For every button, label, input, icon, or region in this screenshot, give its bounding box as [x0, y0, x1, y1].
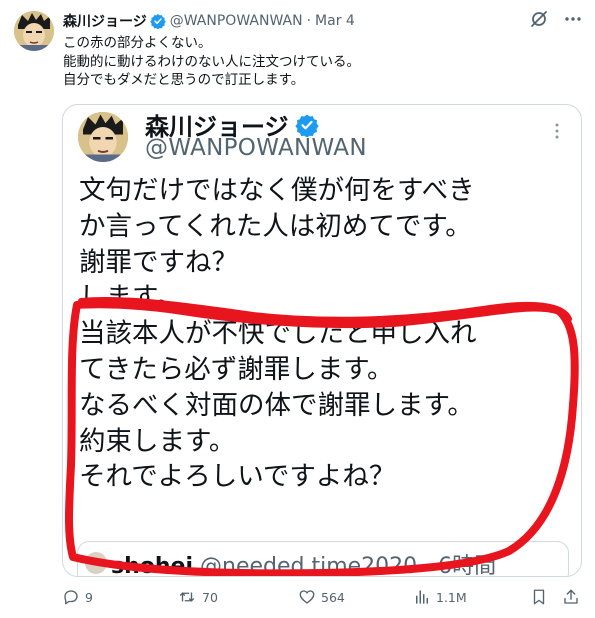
tweet-text-line: この赤の部分よくない。 [63, 35, 212, 51]
reply-icon [64, 590, 78, 605]
quoted-text-line: します。 [79, 282, 183, 314]
tweet-text-line: 能動的に動けるわけのない人に注文つけている。 [63, 53, 360, 70]
quoted-reply-handle: @needed time2020 · 6時間 [200, 554, 497, 577]
separator-dot: · [306, 13, 312, 29]
repost-button[interactable]: 70 [177, 588, 218, 606]
attached-image[interactable]: 森川ジョージ @WANPOWANWAN 文句だけではなく僕が何をすべき か言って… [62, 104, 582, 577]
quoted-text-line: 約束します。 [79, 425, 236, 457]
quoted-reply-name: shohei [111, 554, 193, 577]
quoted-text-line: てきたら必ず謝罪します。 [79, 353, 394, 385]
quoted-avatar [78, 112, 128, 162]
views-button[interactable]: 1.1M [413, 588, 467, 606]
like-button[interactable]: 564 [298, 588, 345, 606]
bookmark-icon [533, 589, 545, 605]
verified-icon [150, 13, 166, 30]
share-icon [564, 589, 578, 604]
quoted-verified-icon [294, 113, 319, 138]
header-actions [529, 9, 583, 29]
bookmark-button[interactable] [530, 588, 548, 606]
quoted-more-icon [547, 121, 567, 141]
grok-icon[interactable] [529, 9, 549, 29]
quoted-text-line: 当該本人が不快でしたと申し入れ [79, 318, 477, 350]
quoted-reply-avatar [85, 552, 107, 574]
handle[interactable]: @WANPOWANWAN [170, 13, 303, 29]
tweet-text: この赤の部分よくない。 能動的に動けるわけのない人に注文つけている。 自分でもダ… [63, 34, 360, 90]
share-button[interactable] [562, 588, 580, 606]
quoted-text-line: か言ってくれた人は初めてです。 [79, 210, 472, 242]
action-bar: 9 70 564 1.1M [62, 588, 582, 610]
like-count: 564 [321, 589, 345, 605]
quoted-text: 文句だけではなく僕が何をすべき か言ってくれた人は初めてです。 謝罪ですね？ し… [79, 173, 477, 495]
like-icon [299, 590, 315, 604]
quoted-reply-header: shohei @needed time2020 · 6時間 [111, 548, 497, 577]
reply-count: 9 [85, 589, 93, 605]
tweet: 森川ジョージ @WANPOWANWAN · Mar 4 この赤の部分よくない。 … [0, 0, 595, 618]
tweet-text-line: 自分でもダメだと思うので訂正します。 [63, 72, 305, 88]
tweet-header: 森川ジョージ @WANPOWANWAN · Mar 4 [63, 10, 355, 32]
more-icon[interactable] [563, 9, 583, 29]
quoted-text-line: なるべく対面の体で謝罪します。 [79, 389, 474, 421]
quoted-text-line: 謝罪ですね？ [79, 246, 238, 278]
timestamp[interactable]: Mar 4 [315, 13, 355, 29]
avatar[interactable] [14, 11, 54, 51]
quoted-text-line: 文句だけではなく僕が何をすべき [79, 175, 475, 206]
views-count: 1.1M [436, 589, 467, 605]
display-name[interactable]: 森川ジョージ [63, 11, 147, 31]
views-icon [416, 590, 428, 604]
repost-icon [179, 592, 195, 602]
quoted-text-line: それでよろしいですよね？ [79, 461, 396, 493]
quoted-handle: @WANPOWANWAN [145, 135, 367, 161]
repost-count: 70 [202, 589, 218, 605]
reply-button[interactable]: 9 [62, 588, 93, 606]
